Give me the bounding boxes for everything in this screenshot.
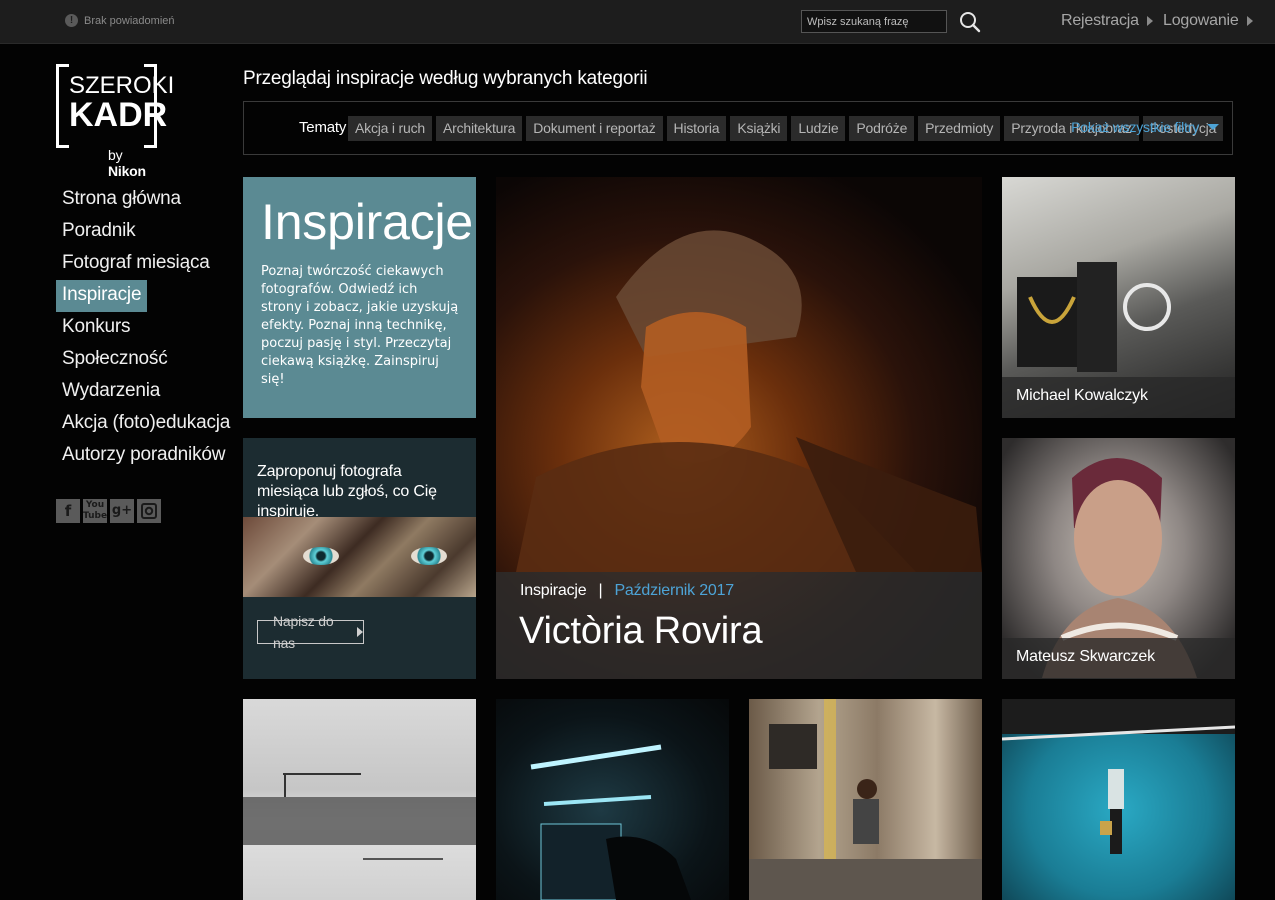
facebook-icon[interactable]: f <box>56 499 80 523</box>
instagram-icon[interactable] <box>137 499 161 523</box>
chip-podroze[interactable]: Podróże <box>849 116 915 141</box>
write-to-us-button[interactable]: Napisz do nas <box>257 613 364 651</box>
chip-ludzie[interactable]: Ludzie <box>791 116 846 141</box>
eye-left <box>303 547 339 565</box>
show-all-label: Pokaż wszystkie filtry <box>1071 119 1199 135</box>
photographer-name: Michael Kowalczyk <box>1016 387 1148 404</box>
meta-separator: | <box>598 582 603 599</box>
site-logo[interactable]: SZEROKI KADR by Nikon <box>56 64 174 179</box>
photographer-tile[interactable]: Michael Kowalczyk <box>1002 177 1235 418</box>
register-label: Rejestracja <box>1061 12 1139 29</box>
gallery-tile[interactable] <box>749 699 982 900</box>
inspiration-text: Poznaj twórczość ciekawych fotografów. O… <box>261 264 459 387</box>
nav-item-spolecznosc[interactable]: Społeczność <box>56 344 174 376</box>
logo-by-text: by <box>108 147 123 163</box>
categories-title: Przeglądaj inspiracje według wybranych k… <box>243 68 648 89</box>
social-links: f You Tube g+ <box>56 499 161 523</box>
arrow-right-icon <box>357 627 363 637</box>
nav-item-fotograf-miesiaca[interactable]: Fotograf miesiąca <box>56 248 216 280</box>
chip-ksiazki[interactable]: Książki <box>730 116 788 141</box>
login-label: Logowanie <box>1163 12 1239 29</box>
googleplus-icon[interactable]: g+ <box>110 499 134 523</box>
write-to-us-label: Napisz do nas <box>273 613 334 651</box>
top-bar: ! Brak powiadomień Rejestracja Logowanie <box>0 0 1275 44</box>
logo-line2: KADR <box>69 96 168 134</box>
chip-dokument-i-reportaz[interactable]: Dokument i reportaż <box>526 116 663 141</box>
gallery-photo <box>1002 699 1235 854</box>
chip-architektura[interactable]: Architektura <box>435 116 523 141</box>
gallery-tile[interactable] <box>496 699 729 900</box>
propose-photographer-box: Zaproponuj fotografa miesiąca lub zgłoś,… <box>243 438 476 679</box>
notifications-label: Brak powiadomień <box>84 14 175 27</box>
show-all-filters[interactable]: Pokaż wszystkie filtry <box>1071 119 1219 135</box>
featured-title[interactable]: Victòria Rovira <box>519 610 763 653</box>
gallery-tile[interactable] <box>1002 699 1235 900</box>
alert-icon: ! <box>65 14 78 27</box>
filter-label: Tematy <box>299 119 347 136</box>
nav-item-autorzy-poradnikow[interactable]: Autorzy poradników <box>56 440 231 472</box>
nav-item-wydarzenia[interactable]: Wydarzenia <box>56 376 166 408</box>
gallery-tile[interactable] <box>243 699 476 900</box>
nav-item-poradnik[interactable]: Poradnik <box>56 216 141 248</box>
filter-bar: Tematy Akcja i ruch Architektura Dokumen… <box>243 101 1233 155</box>
logo-by: by Nikon <box>108 147 158 179</box>
gallery-photo <box>530 744 691 900</box>
photographer-caption: Michael Kowalczyk <box>1002 377 1235 418</box>
search-icon[interactable] <box>958 10 982 34</box>
chip-historia[interactable]: Historia <box>666 116 727 141</box>
notifications[interactable]: ! Brak powiadomień <box>65 14 175 27</box>
inspiration-info-box: Inspiracje Poznaj twórczość ciekawych fo… <box>243 177 476 418</box>
gallery-photo <box>243 773 476 860</box>
register-link[interactable]: Rejestracja <box>1061 12 1153 30</box>
inspiration-title: Inspiracje <box>261 194 473 250</box>
propose-text: Zaproponuj fotografa miesiąca lub zgłoś,… <box>257 463 437 520</box>
chip-przedmioty[interactable]: Przedmioty <box>918 116 1001 141</box>
logo-brand: Nikon <box>108 163 146 179</box>
youtube-icon[interactable]: You Tube <box>83 499 107 523</box>
featured-date[interactable]: Październik 2017 <box>614 582 734 600</box>
search-input[interactable] <box>801 10 947 33</box>
eyes-image <box>243 517 476 597</box>
featured-caption: Inspiracje | Październik 2017 Victòria R… <box>496 572 982 679</box>
gallery-photo <box>749 699 982 900</box>
login-link[interactable]: Logowanie <box>1163 12 1253 30</box>
photographer-caption: Mateusz Skwarczek <box>1002 638 1235 679</box>
chevron-down-icon <box>1207 124 1219 130</box>
featured-article[interactable]: Inspiracje | Październik 2017 Victòria R… <box>496 177 982 679</box>
photographer-tile[interactable]: Mateusz Skwarczek <box>1002 438 1235 679</box>
nav-item-konkurs[interactable]: Konkurs <box>56 312 136 344</box>
eye-right <box>411 547 447 565</box>
arrow-right-icon <box>1146 16 1153 26</box>
side-navigation: Strona główna Poradnik Fotograf miesiąca… <box>56 184 230 472</box>
nav-item-inspiracje[interactable]: Inspiracje <box>56 280 148 312</box>
logo-bracket-left <box>56 64 69 148</box>
featured-category[interactable]: Inspiracje <box>520 582 587 600</box>
featured-meta: Inspiracje | Październik 2017 <box>520 582 734 600</box>
chip-akcja-i-ruch[interactable]: Akcja i ruch <box>348 116 432 141</box>
photographer-name: Mateusz Skwarczek <box>1016 648 1155 665</box>
arrow-right-icon <box>1246 16 1253 26</box>
nav-item-strona-glowna[interactable]: Strona główna <box>56 184 187 216</box>
nav-item-akcja-fotoedukacja[interactable]: Akcja (foto)edukacja <box>56 408 236 440</box>
